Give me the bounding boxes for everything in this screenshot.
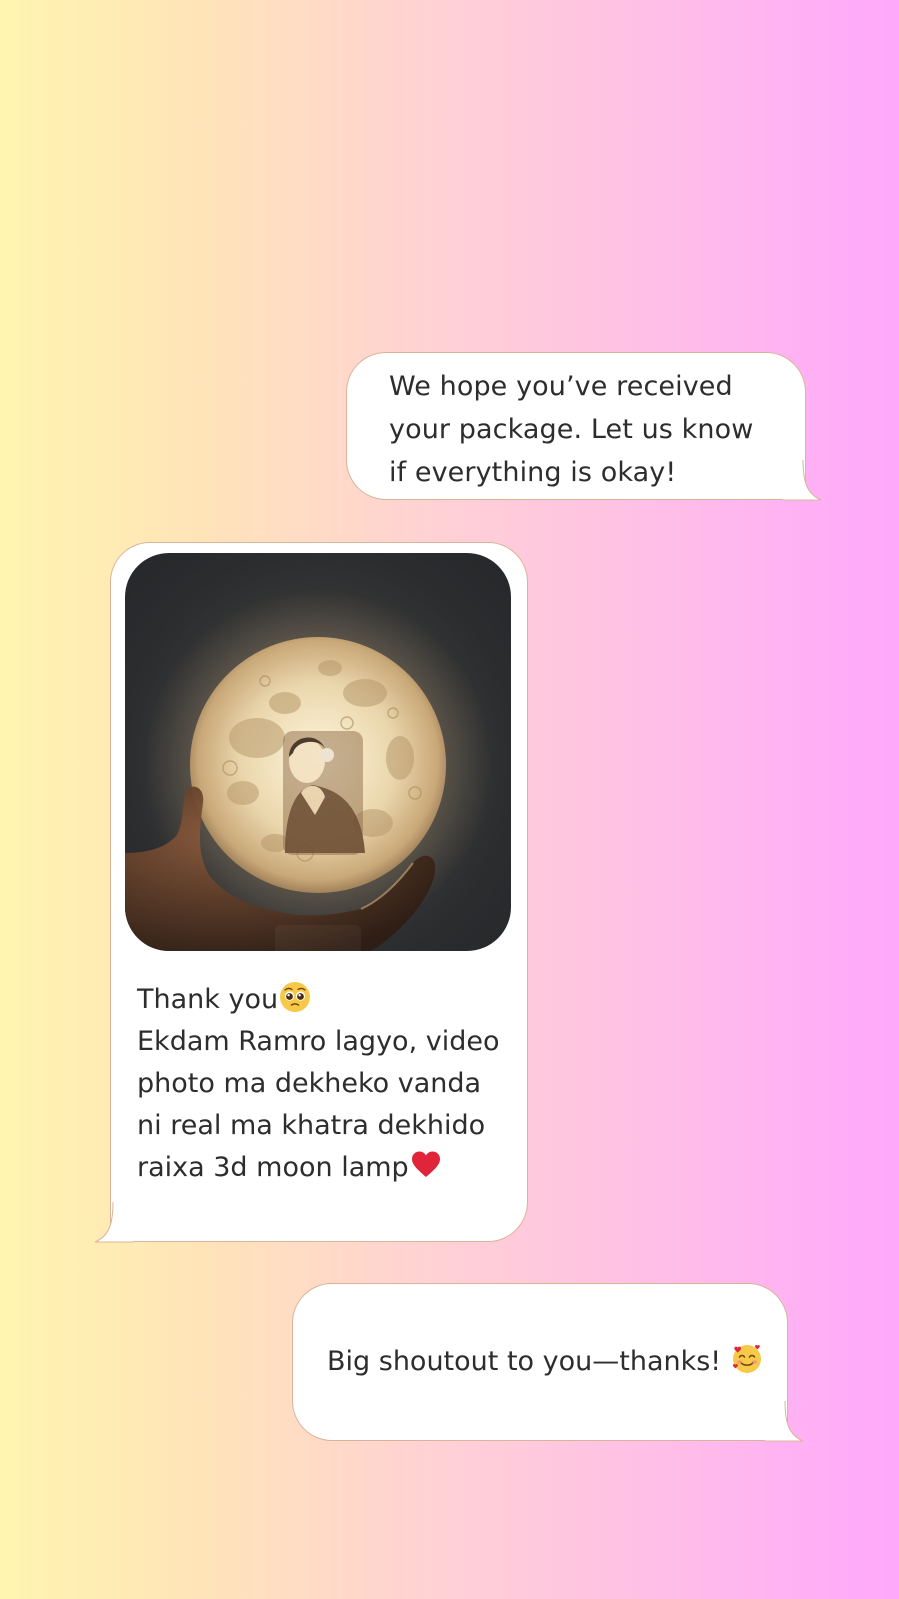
moon-lamp-photo[interactable] [125,553,511,951]
message-text: We hope you’ve received your package. Le… [389,371,754,488]
shoutout-text: Big shoutout to you—thanks! [327,1346,730,1377]
message-text: Thank you Ekdam Ramro lagyo, video photo… [125,979,513,1189]
pleading-face-emoji [280,982,311,1012]
bubble-tail [783,459,822,501]
review-body-text: Ekdam Ramro lagyo, video photo ma dekhek… [137,1026,500,1183]
bubble-tail [765,1400,804,1442]
message-text: Big shoutout to you—thanks! [327,1342,763,1382]
outgoing-message-bubble[interactable]: Big shoutout to you—thanks! [292,1283,804,1442]
red-heart-emoji [411,1151,440,1177]
smiling-face-with-hearts-emoji [732,1345,761,1373]
thank-you-text: Thank you [137,984,279,1015]
bubble-tail [94,1201,133,1243]
incoming-message-bubble[interactable]: Thank you Ekdam Ramro lagyo, video photo… [94,542,528,1243]
outgoing-message-bubble[interactable]: We hope you’ve received your package. Le… [346,352,822,501]
